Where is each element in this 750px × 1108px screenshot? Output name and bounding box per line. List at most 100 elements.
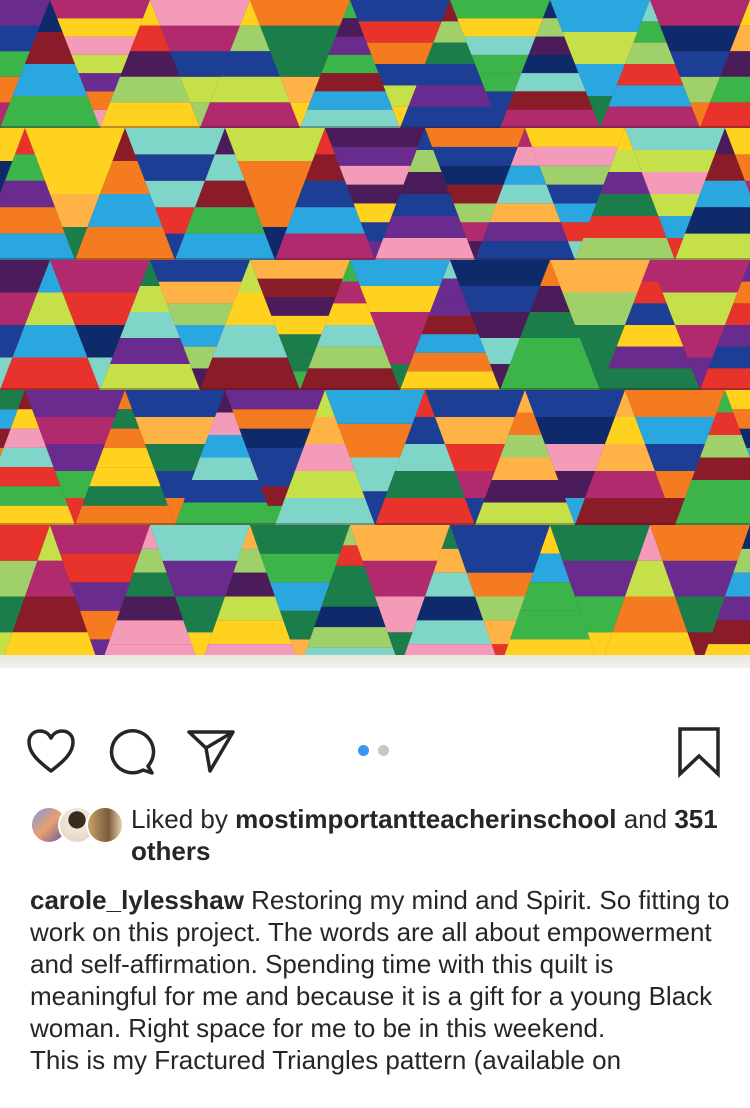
avatar[interactable] bbox=[86, 806, 124, 844]
quilt-strip bbox=[185, 207, 265, 234]
caption-paragraph: carole_lylesshaw Restoring my mind and S… bbox=[30, 884, 730, 1044]
quilt-strip bbox=[325, 390, 425, 424]
quilt-strip bbox=[391, 194, 459, 216]
quilt-strip bbox=[0, 467, 61, 487]
comment-bubble-icon[interactable] bbox=[108, 728, 156, 776]
quilt-strip bbox=[316, 325, 384, 347]
quilt-strip bbox=[314, 606, 386, 628]
quilt-strip bbox=[200, 102, 300, 128]
quilt-strip bbox=[528, 36, 572, 55]
quilt-strip bbox=[662, 560, 738, 597]
quilt-strip bbox=[116, 596, 184, 621]
quilt-strip bbox=[407, 352, 493, 372]
quilt-strip bbox=[295, 180, 355, 208]
quilt-strip bbox=[191, 457, 259, 480]
quilt-strip bbox=[216, 596, 284, 621]
quilt-strip bbox=[321, 54, 379, 74]
quilt-strip bbox=[225, 128, 325, 161]
quilt-strip bbox=[496, 184, 554, 204]
carousel-dot-active[interactable] bbox=[358, 745, 369, 756]
quilt-strip bbox=[425, 128, 525, 147]
quilt-strip bbox=[332, 146, 418, 166]
quilt-strip bbox=[507, 91, 593, 110]
quilt-strip bbox=[250, 525, 350, 554]
quilt-strip bbox=[325, 303, 375, 325]
quilt-strip bbox=[353, 203, 397, 223]
post-action-bar bbox=[0, 700, 750, 790]
quilt-strip bbox=[700, 368, 750, 390]
quilt-strip bbox=[271, 315, 329, 335]
quilt-strip bbox=[525, 390, 625, 417]
quilt-strip bbox=[50, 525, 150, 554]
quilt-strip bbox=[645, 444, 705, 471]
quilt-strip bbox=[408, 620, 492, 645]
quilt-strip bbox=[110, 338, 190, 364]
quilt-strip bbox=[3, 428, 47, 448]
quilt-strip bbox=[110, 76, 190, 103]
likes-prefix: Liked by bbox=[131, 804, 228, 834]
quilt-strip bbox=[500, 435, 550, 458]
quilt-strip bbox=[45, 444, 105, 471]
quilt-strip bbox=[583, 216, 667, 238]
quilt-strip bbox=[635, 417, 715, 444]
quilt-strip bbox=[514, 73, 586, 92]
quilt-strip bbox=[162, 560, 238, 597]
quilt-strip bbox=[600, 106, 700, 128]
quilt-strip bbox=[166, 303, 234, 325]
quilt-strip bbox=[75, 227, 175, 260]
quilt-strip bbox=[482, 222, 568, 242]
quilt-strip bbox=[232, 409, 318, 429]
quilt-strip bbox=[60, 553, 140, 583]
quilt-strip bbox=[425, 572, 475, 597]
quilt-strip bbox=[0, 447, 54, 468]
quilt-strip bbox=[562, 32, 638, 64]
liker-avatars[interactable] bbox=[30, 806, 124, 844]
caption-second-paragraph: This is my Fractured Triangles pattern (… bbox=[30, 1045, 622, 1075]
quilt-strip bbox=[670, 51, 730, 77]
caption-username-link[interactable]: carole_lylesshaw bbox=[30, 885, 244, 915]
quilt-strip bbox=[257, 278, 343, 298]
quilt-strip bbox=[616, 64, 684, 86]
quilt-strip bbox=[175, 325, 225, 347]
quilt-image bbox=[0, 0, 750, 668]
quilt-strip bbox=[82, 486, 168, 506]
quilt-strip bbox=[375, 238, 475, 260]
quilt-strip bbox=[350, 260, 450, 286]
quilt-strip bbox=[421, 315, 479, 335]
quilt-strip bbox=[520, 312, 580, 338]
quilt-strip bbox=[660, 25, 740, 52]
carousel-dot-inactive[interactable] bbox=[378, 745, 389, 756]
paper-plane-icon[interactable] bbox=[186, 728, 236, 774]
quilt-strip bbox=[307, 91, 393, 110]
quilt-strip bbox=[87, 194, 163, 227]
quilt-strip bbox=[553, 203, 597, 223]
quilt-strip bbox=[350, 525, 450, 561]
quilt-strip bbox=[685, 207, 750, 234]
quilt-strip bbox=[650, 0, 750, 26]
quilt-strip bbox=[160, 25, 240, 52]
quilt-strip bbox=[64, 36, 136, 55]
quilt-strip bbox=[375, 64, 425, 86]
quilt-strip bbox=[595, 444, 655, 471]
quilt-strip bbox=[337, 423, 413, 458]
liker-username-link[interactable]: mostimportantteacherinschool bbox=[235, 804, 616, 834]
heart-icon[interactable] bbox=[26, 728, 76, 774]
quilt-strip bbox=[0, 233, 75, 260]
quilt-strip bbox=[125, 390, 225, 417]
quilt-strip bbox=[425, 390, 525, 417]
quilt-strip bbox=[62, 292, 138, 325]
quilt-strip bbox=[150, 525, 250, 561]
quilt-strip bbox=[375, 498, 475, 525]
quilt-strip bbox=[220, 51, 280, 77]
quilt-strip bbox=[400, 172, 450, 194]
quilt-strip bbox=[466, 572, 534, 597]
quilt-strip bbox=[650, 194, 700, 216]
quilt-strip bbox=[525, 128, 625, 147]
quilt-strip bbox=[550, 260, 650, 293]
quilt-strip bbox=[175, 233, 275, 260]
quilt-strip bbox=[489, 203, 561, 223]
bookmark-icon[interactable] bbox=[676, 726, 722, 779]
quilt-strip bbox=[75, 505, 175, 525]
post-photo[interactable] bbox=[0, 0, 750, 668]
quilt-strip bbox=[270, 582, 330, 611]
